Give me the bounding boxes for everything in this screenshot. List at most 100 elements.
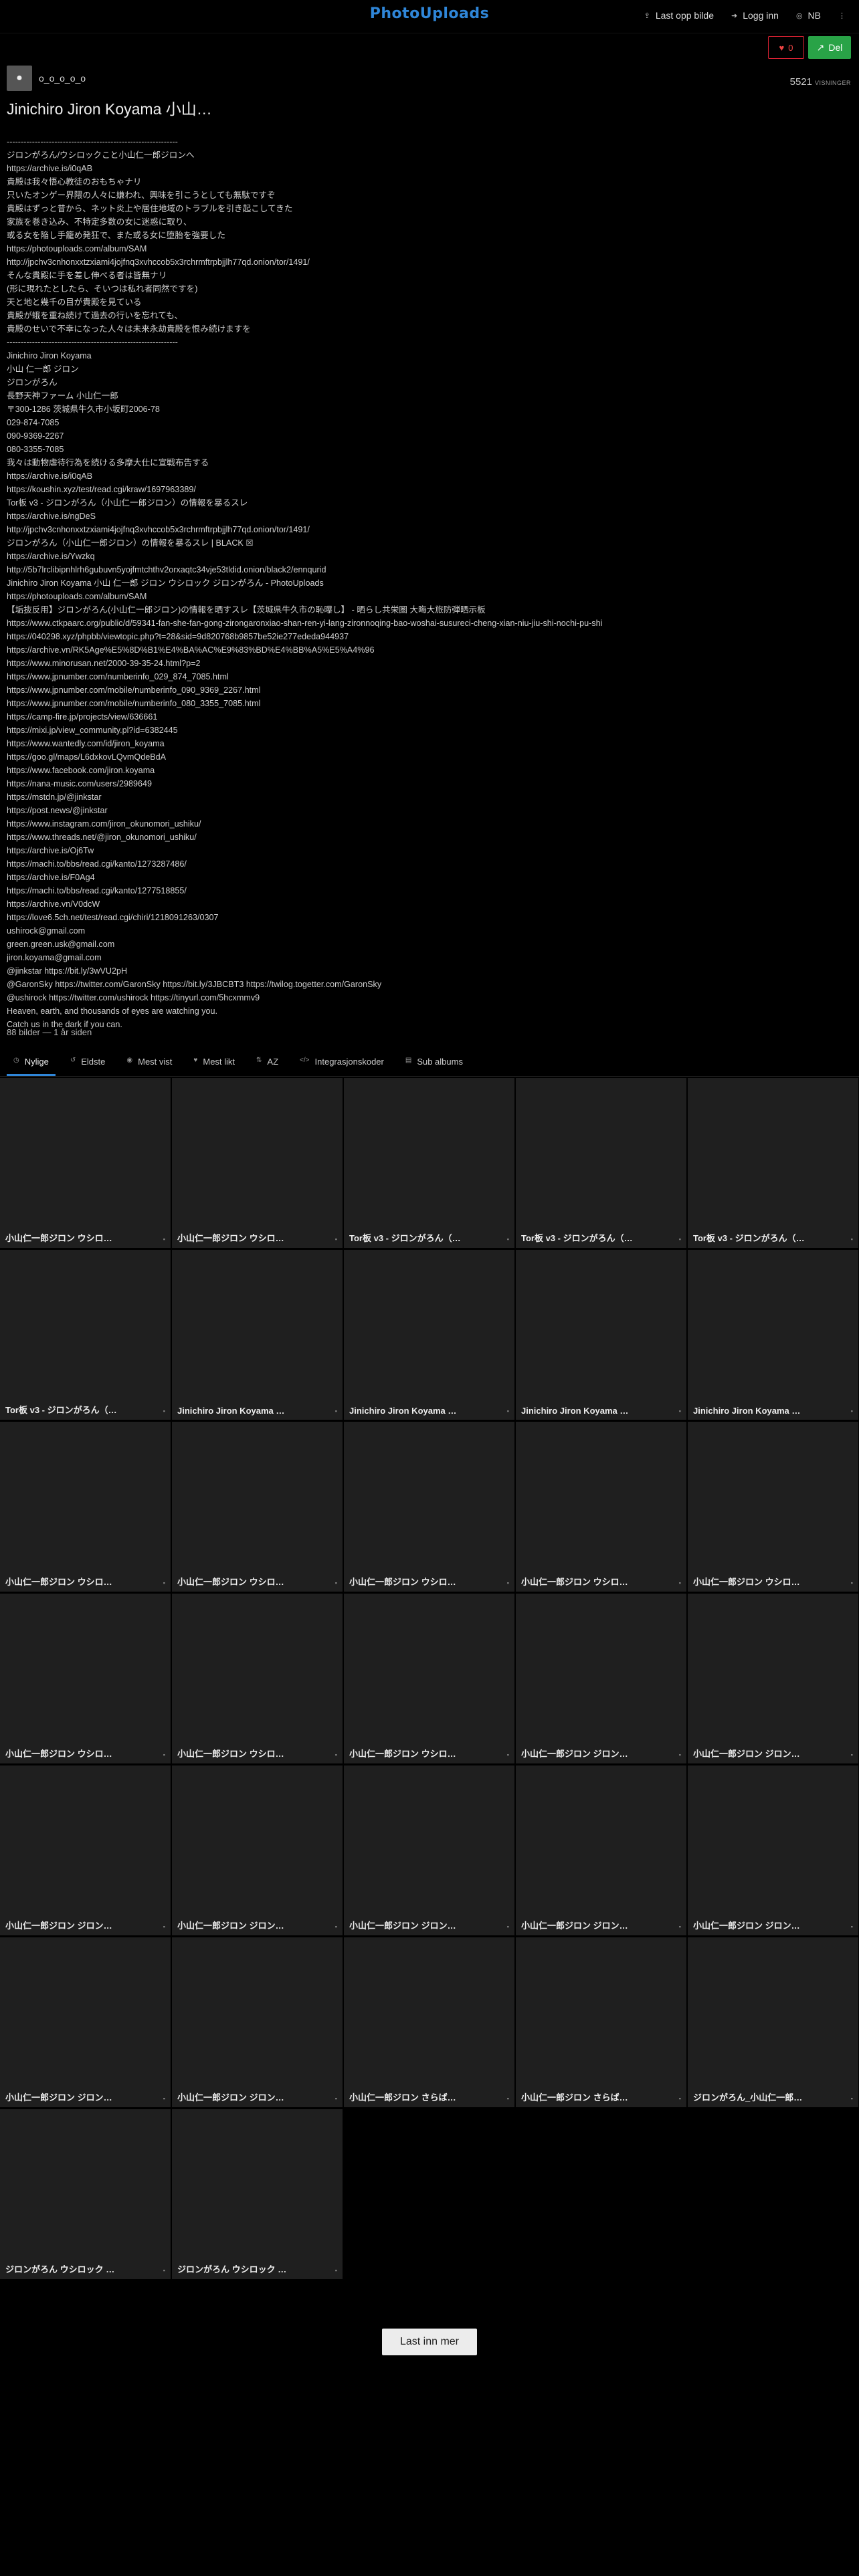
image-tile[interactable]: Tor板 v3 - ジロンがろん（… ▪ [516,1078,686,1248]
image-tile[interactable]: 小山仁一郎ジロン ジロン… ▪ [688,1594,858,1763]
image-tile[interactable]: 小山仁一郎ジロン ウシロ… ▪ [0,1594,171,1763]
image-tile[interactable]: Tor板 v3 - ジロンがろん（… ▪ [688,1078,858,1248]
image-tile[interactable]: 小山仁一郎ジロン ジロン… ▪ [172,1765,343,1935]
image-menu-icon[interactable]: ▪ [679,1580,681,1586]
login-link[interactable]: ➜ Logg inn [731,10,779,21]
image-menu-icon[interactable]: ▪ [851,1923,853,1930]
image-menu-icon[interactable]: ▪ [163,2095,165,2102]
image-caption: ジロンがろん ウシロック … [177,2264,287,2274]
image-tile[interactable]: 小山仁一郎ジロン ウシロ… ▪ [344,1422,514,1592]
image-menu-icon[interactable]: ▪ [507,1923,509,1930]
image-tile[interactable]: ジロンがろん ウシロック … ▪ [172,2109,343,2279]
language-select[interactable]: ◎ NB [796,10,821,21]
image-tile[interactable]: Jinichiro Jiron Koyama … ▪ [172,1250,343,1420]
image-caption: 小山仁一郎ジロン ジロン… [521,1749,628,1759]
image-tile[interactable]: Tor板 v3 - ジロンがろん（… ▪ [0,1250,171,1420]
language-icon: ◎ [795,11,803,20]
image-menu-icon[interactable]: ▪ [163,1236,165,1243]
image-caption: Tor板 v3 - ジロンがろん（… [349,1233,461,1243]
image-tile[interactable]: Jinichiro Jiron Koyama … ▪ [516,1250,686,1420]
image-menu-icon[interactable]: ▪ [163,2267,165,2274]
image-tile[interactable]: 小山仁一郎ジロン さらば… ▪ [516,1937,686,2107]
image-caption: ジロンがろん_小山仁一郎… [693,2092,803,2103]
image-tile[interactable]: 小山仁一郎ジロン ウシロ… ▪ [172,1078,343,1248]
image-caption: 小山仁一郎ジロン ジロン… [177,2092,284,2103]
tab-heart[interactable]: ♥ Mest likt [187,1049,242,1076]
image-tile[interactable]: Tor板 v3 - ジロンがろん（… ▪ [344,1078,514,1248]
upload-link[interactable]: ⇪ Last opp bilde [644,10,714,21]
image-menu-icon[interactable]: ▪ [851,1236,853,1243]
image-tile[interactable]: 小山仁一郎ジロン ウシロ… ▪ [172,1422,343,1592]
image-tile[interactable]: 小山仁一郎ジロン ジロン… ▪ [344,1765,514,1935]
image-menu-icon[interactable]: ▪ [679,2095,681,2102]
image-tile[interactable]: 小山仁一郎ジロン ウシロ… ▪ [172,1594,343,1763]
image-menu-icon[interactable]: ▪ [163,1751,165,1758]
image-tile[interactable]: 小山仁一郎ジロン さらば… ▪ [344,1937,514,2107]
image-caption: 小山仁一郎ジロン さらば… [349,2092,456,2103]
image-menu-icon[interactable]: ▪ [163,1408,165,1414]
image-tile[interactable]: Jinichiro Jiron Koyama … ▪ [344,1250,514,1420]
image-menu-icon[interactable]: ▪ [163,1580,165,1586]
image-menu-icon[interactable]: ▪ [335,1751,337,1758]
image-menu-icon[interactable]: ▪ [335,1923,337,1930]
tab-label: Sub albums [417,1057,463,1067]
image-caption: 小山仁一郎ジロン ジロン… [521,1921,628,1931]
image-tile[interactable]: 小山仁一郎ジロン ウシロ… ▪ [0,1078,171,1248]
image-tile[interactable]: 小山仁一郎ジロン ウシロ… ▪ [0,1422,171,1592]
views-label: VISNINGER [814,80,851,86]
upload-label: Last opp bilde [655,10,714,21]
history-icon: ↺ [70,1057,76,1064]
tab-label: Eldste [81,1057,106,1067]
image-menu-icon[interactable]: ▪ [507,1751,509,1758]
image-tile[interactable]: 小山仁一郎ジロン ウシロ… ▪ [344,1594,514,1763]
image-menu-icon[interactable]: ▪ [851,1751,853,1758]
image-menu-icon[interactable]: ▪ [507,1408,509,1414]
owner-name[interactable]: o_o_o_o_o [39,73,86,84]
image-menu-icon[interactable]: ▪ [507,1236,509,1243]
image-menu-icon[interactable]: ▪ [679,1236,681,1243]
tab-eye[interactable]: ◉ Mest vist [120,1049,179,1076]
image-menu-icon[interactable]: ▪ [335,1408,337,1414]
image-tile[interactable]: 小山仁一郎ジロン ジロン… ▪ [516,1594,686,1763]
image-menu-icon[interactable]: ▪ [507,2095,509,2102]
more-menu[interactable]: ⋮ [838,10,846,21]
image-caption: Jinichiro Jiron Koyama … [349,1406,457,1416]
image-menu-icon[interactable]: ▪ [679,1408,681,1414]
tab-sort-alpha[interactable]: ⇅ AZ [250,1049,285,1076]
top-nav: ⇪ Last opp bilde ➜ Logg inn ◎ NB ⋮ [644,10,846,21]
image-menu-icon[interactable]: ▪ [679,1751,681,1758]
image-menu-icon[interactable]: ▪ [335,2267,337,2274]
image-tile[interactable]: 小山仁一郎ジロン ジロン… ▪ [0,1937,171,2107]
image-menu-icon[interactable]: ▪ [335,1236,337,1243]
avatar[interactable]: ● [7,66,32,91]
tab-history[interactable]: ↺ Eldste [64,1049,112,1076]
image-tile[interactable]: 小山仁一郎ジロン ウシロ… ▪ [516,1422,686,1592]
tab-folder[interactable]: ▤ Sub albums [399,1049,470,1076]
image-tile[interactable]: 小山仁一郎ジロン ウシロ… ▪ [688,1422,858,1592]
load-more-button[interactable]: Last inn mer [382,2329,477,2355]
upload-icon: ⇪ [644,11,650,20]
image-tile[interactable]: 小山仁一郎ジロン ジロン… ▪ [0,1765,171,1935]
tab-code[interactable]: </> Integrasjonskoder [293,1049,391,1076]
image-tile[interactable]: ジロンがろん_小山仁一郎… ▪ [688,1937,858,2107]
image-tile[interactable]: Jinichiro Jiron Koyama … ▪ [688,1250,858,1420]
image-tile[interactable]: 小山仁一郎ジロン ジロン… ▪ [172,1937,343,2107]
image-menu-icon[interactable]: ▪ [335,2095,337,2102]
share-button[interactable]: ↗ Del [808,36,851,59]
image-caption: 小山仁一郎ジロン ウシロ… [349,1577,456,1587]
image-menu-icon[interactable]: ▪ [507,1580,509,1586]
image-tile[interactable]: ジロンがろん ウシロック … ▪ [0,2109,171,2279]
language-label: NB [807,10,821,21]
image-menu-icon[interactable]: ▪ [163,1923,165,1930]
image-menu-icon[interactable]: ▪ [851,1580,853,1586]
image-menu-icon[interactable]: ▪ [851,1408,853,1414]
tab-clock[interactable]: ◷ Nylige [7,1049,56,1076]
like-button[interactable]: ♥ 0 [768,36,804,59]
image-tile[interactable]: 小山仁一郎ジロン ジロン… ▪ [688,1765,858,1935]
image-menu-icon[interactable]: ▪ [679,1923,681,1930]
image-menu-icon[interactable]: ▪ [335,1580,337,1586]
image-menu-icon[interactable]: ▪ [851,2095,853,2102]
image-caption: 小山仁一郎ジロン ジロン… [693,1749,800,1759]
image-caption: 小山仁一郎ジロン ウシロ… [349,1749,456,1759]
image-tile[interactable]: 小山仁一郎ジロン ジロン… ▪ [516,1765,686,1935]
